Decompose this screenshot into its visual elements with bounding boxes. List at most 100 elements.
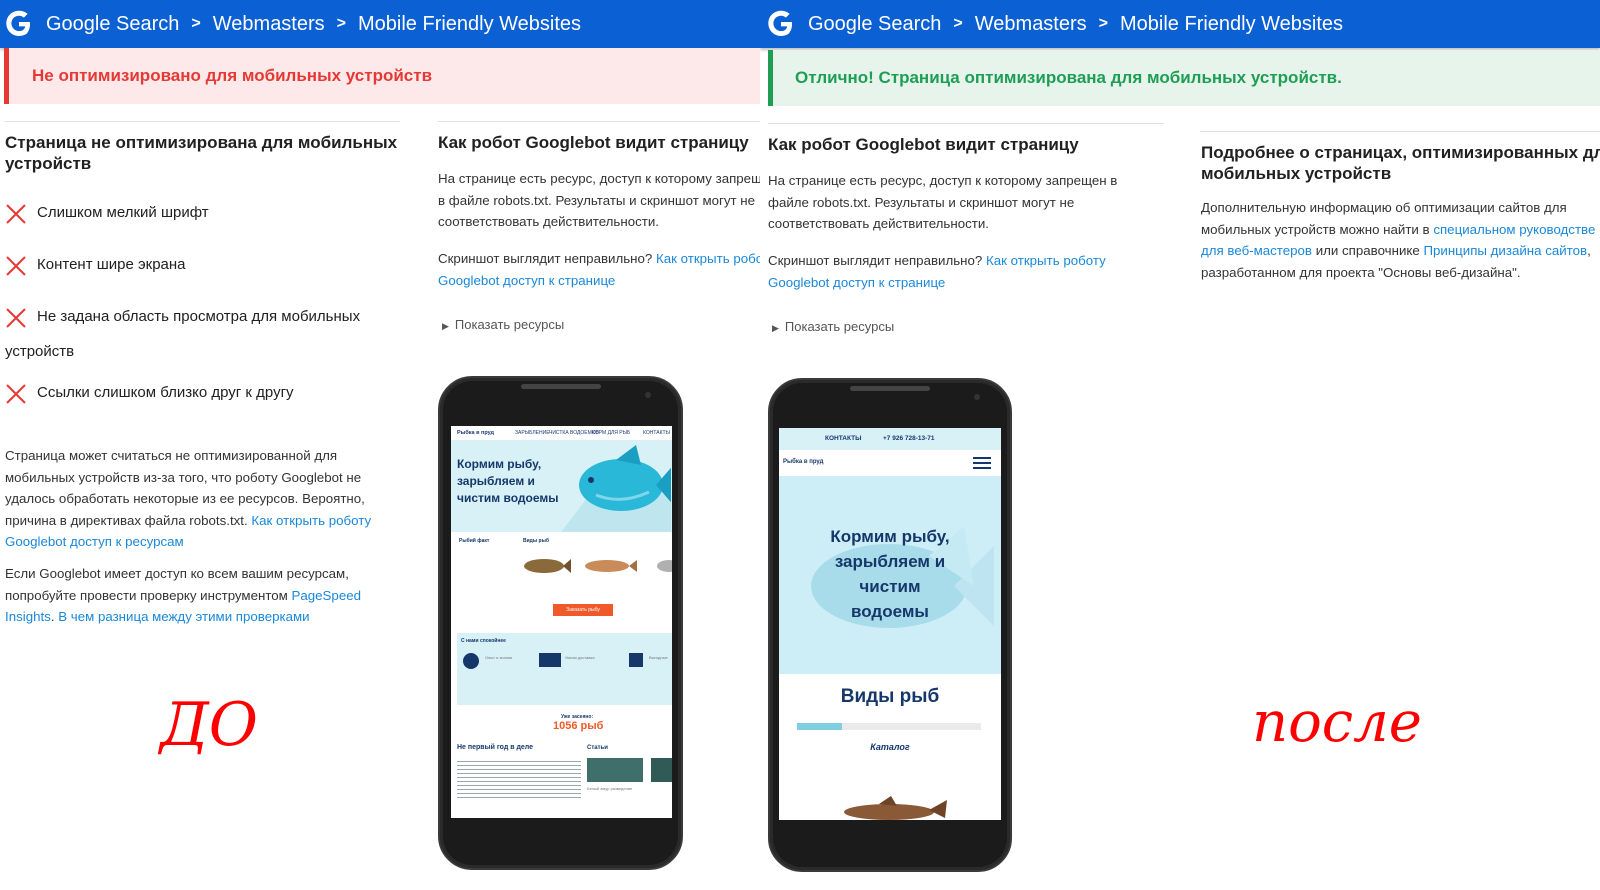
phone-camera: [974, 394, 980, 400]
screenshot-question-text: Скриншот выглядит неправильно?: [768, 253, 983, 268]
breadcrumb-mobile-friendly[interactable]: Mobile Friendly Websites: [1120, 13, 1343, 36]
mini-contacts-label: КОНТАКТЫ: [825, 435, 862, 442]
difference-link[interactable]: В чем разница между этими проверками: [58, 609, 309, 624]
left-pane: Google Search > Webmasters > Mobile Frie…: [0, 0, 760, 890]
pagespeed-paragraph: Если Googlebot имеет доступ ко всем ваши…: [5, 566, 362, 624]
issue-label: Не задана область просмотра для мобильны…: [37, 308, 361, 325]
googlebot-view-title: Как робот Googlebot видит страницу: [438, 133, 749, 152]
mini-species-title: Виды рыб: [523, 538, 549, 544]
mini-stocked-value: 1056 рыб: [553, 720, 604, 732]
mini-sturgeon-image: [844, 796, 947, 820]
mini-contacts-bar: КОНТАКТЫ +7 926 728-13-71: [779, 428, 1001, 450]
explanation-paragraph: Страница может считаться не оптимизирова…: [5, 445, 400, 553]
phone-screen-after: КОНТАКТЫ +7 926 728-13-71 Рыбка в пруд К…: [779, 428, 1001, 820]
handwritten-before-label: ДО: [160, 690, 258, 760]
mini-years-title: Не первый год в деле: [457, 744, 534, 751]
breadcrumb-google-search[interactable]: Google Search: [808, 13, 941, 36]
mini-site-logo: Рыбка в пруд: [783, 459, 824, 465]
breadcrumb-google-search[interactable]: Google Search: [46, 13, 179, 36]
triangle-right-icon: ▶: [442, 321, 449, 331]
top-bar: Google Search > Webmasters > Mobile Frie…: [760, 0, 1600, 48]
breadcrumb-chevron-icon: >: [191, 15, 201, 32]
mini-fish-row: [524, 559, 672, 573]
status-banner-not-optimized: Не оптимизировано для мобильных устройст…: [4, 48, 760, 104]
fish-illustration: [561, 445, 671, 532]
mini-nav-item: КОНТАКТЫ: [643, 430, 670, 436]
mini-calm-item: Опыт и знания: [485, 655, 513, 660]
breadcrumb-chevron-icon: >: [1098, 15, 1108, 32]
divider: [5, 121, 400, 122]
google-g-icon[interactable]: [766, 9, 796, 39]
screenshot-question: Скриншот выглядит неправильно? Как откры…: [768, 250, 1140, 293]
more-info-title: Подробнее о страницах, оптимизированных …: [1201, 143, 1600, 183]
phone-mockup-after: КОНТАКТЫ +7 926 728-13-71 Рыбка в пруд К…: [768, 378, 1012, 872]
divider: [1200, 131, 1600, 132]
screenshot-question-text: Скриншот выглядит неправильно?: [438, 251, 653, 266]
mini-calm-item: Умная доставка: [565, 655, 595, 660]
show-resources-toggle[interactable]: ▶ Показать ресурсы: [772, 319, 894, 334]
breadcrumb-mobile-friendly[interactable]: Mobile Friendly Websites: [358, 13, 581, 36]
breadcrumb-chevron-icon: >: [953, 15, 963, 32]
mini-calm-title: С нами спокойнее: [461, 638, 506, 644]
phone-camera: [645, 392, 651, 398]
mini-icon: [463, 653, 479, 669]
mini-fact-title: Рыбий факт: [459, 538, 490, 544]
show-resources-toggle[interactable]: ▶ Показать ресурсы: [442, 317, 564, 332]
more-info-text: или справочнике: [1315, 243, 1420, 258]
mini-header: Рыбка в пруд: [779, 450, 1001, 476]
mini-article-image: [587, 758, 643, 782]
mini-site-logo: Рыбка в пруд: [457, 430, 495, 436]
mini-hero-after: Кормим рыбу, зарыбляем и чистим водоемы: [779, 476, 1001, 674]
issues-title: Страница не оптимизирована для мобильных…: [5, 133, 398, 173]
breadcrumb-chevron-icon: >: [336, 15, 346, 32]
mini-calm-item: Выгодные: [649, 655, 668, 660]
issue-label: Контент шире экрана: [37, 256, 186, 273]
googlebot-view-title: Как робот Googlebot видит страницу: [768, 135, 1079, 154]
cross-icon: [6, 204, 26, 224]
mini-catalog-label: Каталог: [870, 742, 910, 752]
breadcrumb-webmasters[interactable]: Webmasters: [975, 13, 1087, 36]
googlebot-view-text: На странице есть ресурс, доступ к которо…: [438, 171, 760, 229]
googlebot-view-text: На странице есть ресурс, доступ к которо…: [768, 173, 1118, 231]
mini-calm-section: С нами спокойнее Опыт и знания Умная дос…: [457, 633, 672, 705]
mini-articles-title: Статьи: [587, 745, 608, 751]
triangle-right-icon: ▶: [772, 323, 779, 333]
phone-speaker: [520, 384, 601, 389]
right-pane: Google Search > Webmasters > Mobile Frie…: [760, 0, 1600, 890]
divider: [768, 123, 1164, 124]
mini-nav-item: ЗАРЫБЛЕНИЕ: [515, 430, 550, 436]
mini-species-title: Виды рыб: [840, 686, 940, 707]
design-principles-link[interactable]: Принципы дизайна сайтов: [1423, 243, 1587, 258]
status-banner-optimized: Отлично! Страница оптимизирована для моб…: [768, 50, 1600, 106]
phone-speaker: [850, 386, 930, 391]
top-bar: Google Search > Webmasters > Mobile Frie…: [0, 0, 760, 48]
mini-article-caption: Белый амур разведение: [587, 786, 633, 791]
cross-icon: [6, 308, 26, 328]
handwritten-after-label: после: [1252, 690, 1422, 755]
hamburger-menu-icon: [973, 457, 991, 469]
cross-icon: [6, 384, 26, 404]
mini-nav-item: КОРМ ДЛЯ РЫБ: [592, 430, 631, 436]
phone-mockup-before: Рыбка в пруд ЗАРЫБЛЕНИЕ ЧИСТКА ВОДОЕМОВ …: [438, 376, 683, 870]
issue-label: Слишком мелкий шрифт: [37, 204, 209, 221]
mini-icon: [629, 653, 643, 667]
mini-text-block: [457, 758, 581, 798]
show-resources-label: Показать ресурсы: [784, 319, 895, 334]
mini-article-image: [651, 758, 672, 782]
mini-phone-number: +7 926 728-13-71: [883, 435, 935, 442]
phone-screen-before: Рыбка в пруд ЗАРЫБЛЕНИЕ ЧИСТКА ВОДОЕМОВ …: [451, 426, 672, 818]
cross-icon: [6, 256, 26, 276]
issue-label-continued: устройств: [5, 343, 75, 360]
mini-hero-before: Кормим рыбу, зарыбляем и чистим водоемы: [451, 440, 672, 532]
breadcrumb-webmasters[interactable]: Webmasters: [213, 13, 325, 36]
mini-hero-text-value: Кормим рыбу, зарыбляем и чистим водоемы: [830, 527, 950, 621]
divider: [438, 121, 760, 122]
mini-site-nav: Рыбка в пруд ЗАРЫБЛЕНИЕ ЧИСТКА ВОДОЕМОВ …: [451, 426, 672, 440]
google-g-icon[interactable]: [4, 9, 34, 39]
more-info-paragraph: Дополнительную информацию об оптимизации…: [1201, 197, 1600, 283]
mini-hero-text: Кормим рыбу, зарыбляем и чистим водоемы: [457, 457, 559, 505]
mini-slider-fill: [797, 723, 842, 730]
mini-truck-icon: [539, 653, 561, 667]
issue-label: Ссылки слишком близко друг к другу: [37, 384, 294, 401]
screenshot-question: Скриншот выглядит неправильно? Как откры…: [438, 248, 760, 291]
